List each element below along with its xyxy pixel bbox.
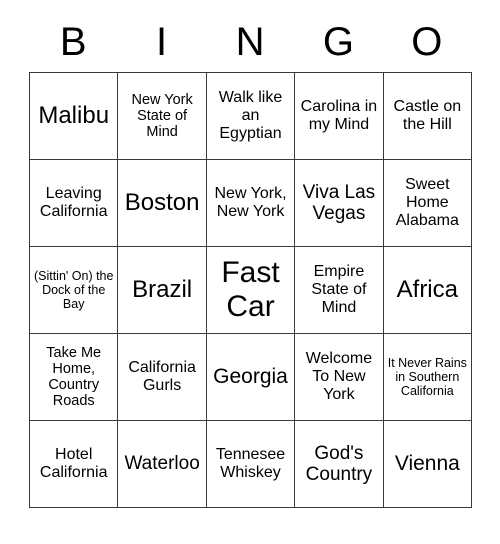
bingo-cell-label: Fast Car <box>221 256 280 323</box>
bingo-cell[interactable]: Fast Car <box>206 247 296 334</box>
bingo-cell[interactable]: Brazil <box>118 247 207 334</box>
bingo-cell-label: Georgia <box>213 365 288 389</box>
bingo-cell-label: Vienna <box>394 452 460 476</box>
bingo-cell-label: Brazil <box>132 275 193 303</box>
bingo-header-letter-g: G <box>322 20 354 64</box>
bingo-cell-label: Waterloo <box>124 453 200 475</box>
bingo-grid: Malibu New York State of Mind Walk like … <box>29 72 473 508</box>
bingo-card: B I N G O Malibu New York State of Mind … <box>29 12 473 508</box>
bingo-cell[interactable]: New York State of Mind <box>118 73 207 160</box>
bingo-cell[interactable]: Sweet Home Alabama <box>383 160 473 247</box>
bingo-cell-label: Leaving California <box>39 185 108 220</box>
bingo-cell[interactable]: Waterloo <box>118 421 207 508</box>
bingo-header-letter-b: B <box>59 20 87 64</box>
bingo-header-letter-o: O <box>411 20 443 64</box>
bingo-cell[interactable]: Hotel California <box>30 421 119 508</box>
bingo-cell[interactable]: Malibu <box>30 73 119 160</box>
bingo-cell[interactable]: California Gurls <box>118 334 207 421</box>
bingo-cell-label: Take Me Home, Country Roads <box>46 344 102 410</box>
bingo-cell-label: Empire State of Mind <box>311 263 367 316</box>
bingo-cell[interactable]: It Never Rains in Southern California <box>383 334 473 421</box>
bingo-header-letter-i: I <box>156 20 168 64</box>
bingo-cell-label: Castle on the Hill <box>393 98 462 133</box>
bingo-cell-label: God's Country <box>305 442 373 485</box>
bingo-cell[interactable]: Castle on the Hill <box>383 73 473 160</box>
bingo-row: (Sittin' On) the Dock of the Bay Brazil … <box>30 247 473 334</box>
bingo-cell[interactable]: Viva Las Vegas <box>295 160 384 247</box>
bingo-cell-label: Walk like an Egyptian <box>218 89 283 142</box>
bingo-row: Leaving California Boston New York, New … <box>30 160 473 247</box>
bingo-cell[interactable]: God's Country <box>295 421 384 508</box>
bingo-header-letter-n: N <box>235 20 265 64</box>
bingo-row: Take Me Home, Country Roads California G… <box>30 334 473 421</box>
bingo-row: Malibu New York State of Mind Walk like … <box>30 73 473 160</box>
bingo-cell-label: Hotel California <box>39 446 108 481</box>
bingo-cell[interactable]: Boston <box>118 160 207 247</box>
bingo-row: Hotel California Waterloo Tennesee Whisk… <box>30 421 473 508</box>
bingo-cell-label: New York, New York <box>214 185 287 220</box>
bingo-cell-label: Tennesee Whiskey <box>215 446 286 481</box>
bingo-cell[interactable]: Welcome To New York <box>295 334 384 421</box>
bingo-cell-label: Welcome To New York <box>305 350 373 403</box>
bingo-cell-label: Carolina in my Mind <box>300 98 378 133</box>
bingo-cell-label: New York State of Mind <box>131 91 193 141</box>
bingo-cell[interactable]: Africa <box>383 247 473 334</box>
bingo-cell[interactable]: Empire State of Mind <box>295 247 384 334</box>
bingo-cell[interactable]: Georgia <box>206 334 296 421</box>
bingo-cell[interactable]: Vienna <box>383 421 473 508</box>
bingo-cell[interactable]: Take Me Home, Country Roads <box>30 334 119 421</box>
bingo-cell-label: California Gurls <box>128 359 196 394</box>
bingo-cell-label: Viva Las Vegas <box>302 181 376 224</box>
bingo-cell[interactable]: Leaving California <box>30 160 119 247</box>
bingo-cell-label: Sweet Home Alabama <box>395 176 459 229</box>
bingo-cell-label: (Sittin' On) the Dock of the Bay <box>33 269 114 311</box>
bingo-cell[interactable]: Walk like an Egyptian <box>206 73 296 160</box>
bingo-cell[interactable]: (Sittin' On) the Dock of the Bay <box>30 247 119 334</box>
bingo-cell-label: Africa <box>396 275 458 303</box>
bingo-cell[interactable]: New York, New York <box>206 160 296 247</box>
bingo-cell-label: Malibu <box>38 101 110 129</box>
bingo-header: B I N G O <box>29 12 471 72</box>
bingo-cell[interactable]: Carolina in my Mind <box>295 73 384 160</box>
bingo-cell-label: It Never Rains in Southern California <box>387 356 467 398</box>
bingo-cell[interactable]: Tennesee Whiskey <box>206 421 296 508</box>
bingo-cell-label: Boston <box>124 188 200 216</box>
